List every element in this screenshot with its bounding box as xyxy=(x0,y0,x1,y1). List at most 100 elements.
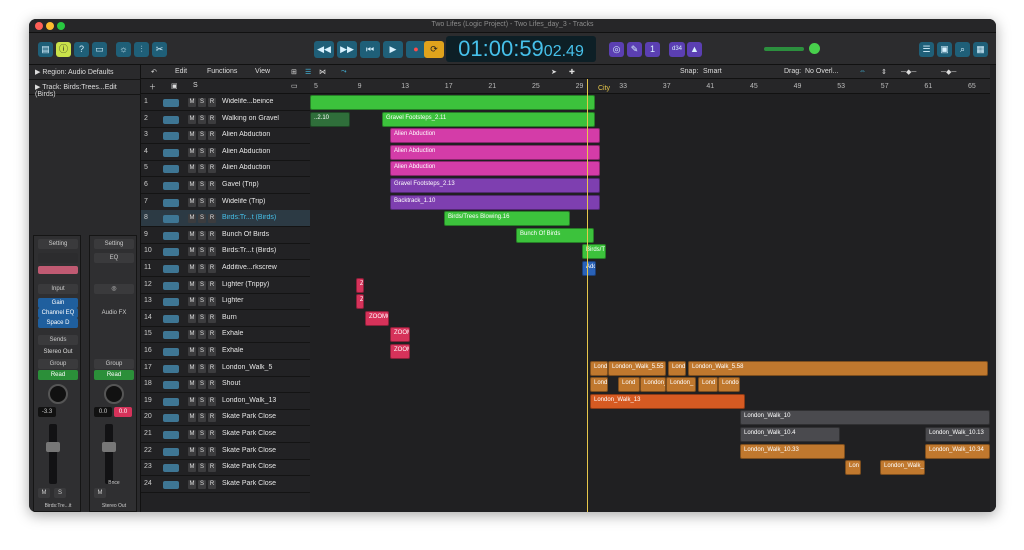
play-button[interactable]: ▶ xyxy=(383,41,403,58)
mute-button[interactable]: M xyxy=(188,297,196,307)
track-name[interactable]: Alien Abduction xyxy=(222,131,282,138)
audio-region[interactable]: London_ xyxy=(718,377,740,393)
note-pad-icon[interactable]: ▣ xyxy=(937,42,952,57)
mute-button[interactable]: M xyxy=(188,197,196,207)
mute-button[interactable]: M xyxy=(188,181,196,190)
input-monitor-button[interactable]: R xyxy=(208,479,216,489)
plugin-channel-eq[interactable]: Channel EQ xyxy=(38,308,78,318)
lanes-icon[interactable]: ☰ xyxy=(305,68,311,76)
track-row[interactable]: 22 M S R Skate Park Close xyxy=(141,443,310,460)
input-monitor-button[interactable]: R xyxy=(208,181,216,190)
track-row[interactable]: 16 M S R Exhale xyxy=(141,343,310,360)
time-display[interactable]: 01:00:5902.49 xyxy=(446,36,596,62)
solo-button[interactable]: S xyxy=(198,313,206,323)
solo-button[interactable]: S xyxy=(198,396,206,406)
audio-region[interactable]: Lon xyxy=(845,460,861,476)
horizontal-zoom-slider[interactable]: ─◆─ xyxy=(941,68,956,76)
input-monitor-button[interactable]: R xyxy=(208,247,216,257)
track-name[interactable]: Exhale xyxy=(222,330,282,337)
mute-button-2[interactable]: M xyxy=(94,488,106,498)
audio-region[interactable]: London_ xyxy=(640,377,666,393)
audio-region[interactable]: Backtrack_1.10 xyxy=(390,194,600,210)
setting-button[interactable]: Setting xyxy=(38,239,78,249)
plugin-gain[interactable]: Gain xyxy=(38,298,78,308)
input-monitor-button[interactable]: R xyxy=(208,380,216,390)
audio-region[interactable]: London_ xyxy=(666,377,696,393)
metronome-icon[interactable]: ▲ xyxy=(687,42,702,57)
track-name[interactable]: Lighter xyxy=(222,297,282,304)
audio-region[interactable] xyxy=(310,95,595,110)
input-slot[interactable]: Input xyxy=(38,284,78,294)
track-row[interactable]: 11 M S R Additive...rkscrew xyxy=(141,260,310,277)
fader-cap-2[interactable] xyxy=(102,442,116,452)
audio-region[interactable]: Birds/Trees Blowing.16 xyxy=(444,211,570,227)
solo-button[interactable]: S xyxy=(198,363,206,373)
track-name[interactable]: Bunch Of Birds xyxy=(222,231,282,238)
volume-fader-track-2[interactable] xyxy=(102,424,116,484)
audio-region[interactable]: Addi xyxy=(582,261,596,276)
zoom-fit-icon[interactable]: ⇔ xyxy=(859,68,866,75)
rewind-button[interactable]: ◀◀ xyxy=(314,41,334,58)
input-monitor-button[interactable]: R xyxy=(208,264,216,273)
grid-icon[interactable]: ⊞ xyxy=(291,68,297,76)
audio-fx-slot[interactable]: Audio FX xyxy=(94,308,134,318)
track-row[interactable]: 6 M S R Gavel (Trip) xyxy=(141,177,310,194)
search-icon[interactable]: ⌕ xyxy=(955,42,970,57)
track-row[interactable]: 20 M S R Skate Park Close xyxy=(141,409,310,427)
audio-region[interactable]: Birds/Tr xyxy=(582,244,606,260)
track-row[interactable]: 7 M S R Widelife (Trip) xyxy=(141,194,310,211)
help-icon[interactable]: ? xyxy=(74,42,89,57)
mute-button[interactable]: M xyxy=(188,363,196,373)
mute-button[interactable]: M xyxy=(188,430,196,439)
tempo-badge[interactable]: d34 xyxy=(669,42,685,57)
input-monitor-button[interactable]: R xyxy=(208,280,216,290)
input-monitor-button[interactable]: R xyxy=(208,463,216,473)
record-button[interactable]: ● xyxy=(406,41,426,58)
mute-button[interactable]: M xyxy=(188,463,196,473)
automation-read-2[interactable]: Read xyxy=(94,370,134,380)
audio-region[interactable]: London_Walk_13 xyxy=(590,393,745,409)
region-inspector-header[interactable]: ▶ Region: Audio Defaults xyxy=(29,65,141,80)
solo-button[interactable]: S xyxy=(198,330,206,340)
audio-region[interactable]: London_Walk_5.58 xyxy=(688,360,988,376)
solo-button[interactable]: S xyxy=(198,230,206,240)
input-monitor-button[interactable]: R xyxy=(208,347,216,356)
audio-region[interactable]: London_Walk_10.4 xyxy=(740,427,840,442)
pointer-tool-icon[interactable]: ➤ xyxy=(551,68,557,76)
solo-button[interactable]: S xyxy=(198,181,206,190)
track-row[interactable]: 19 M S R London_Walk_13 xyxy=(141,393,310,410)
eq-thumbnail[interactable] xyxy=(38,266,78,274)
solo-button[interactable]: S xyxy=(198,280,206,290)
input-monitor-button[interactable]: R xyxy=(208,98,216,107)
group-slot[interactable]: Group xyxy=(38,359,78,369)
audio-region[interactable]: Lond xyxy=(618,377,640,393)
input-monitor-button[interactable]: R xyxy=(208,446,216,456)
vertical-zoom-slider[interactable]: ─◆─ xyxy=(901,68,916,76)
pan-knob-2[interactable] xyxy=(104,384,124,404)
ruler[interactable]: 5 9 13 17 21 25 29 33 37 41 45 49 53 57 61 65 City xyxy=(310,79,990,94)
solo-button[interactable]: S xyxy=(198,98,206,107)
bounce-label[interactable]: Bnce xyxy=(94,478,134,488)
master-volume-slider[interactable] xyxy=(764,47,804,51)
audio-region[interactable]: Lond xyxy=(590,360,608,376)
solo-button[interactable]: S xyxy=(54,488,66,498)
view-menu[interactable]: View xyxy=(255,68,270,75)
automation-read[interactable]: Read xyxy=(38,370,78,380)
track-row[interactable]: 23 M S R Skate Park Close xyxy=(141,459,310,477)
track-row[interactable]: 12 M S R Lighter (Trippy) xyxy=(141,277,310,294)
solo-button[interactable]: S xyxy=(198,197,206,207)
audio-region[interactable]: Gravel Footsteps_2.13 xyxy=(390,178,600,193)
track-name[interactable]: Birds:Tr...t (Birds) xyxy=(222,247,282,254)
input-monitor-button[interactable]: R xyxy=(208,413,216,423)
eq-button[interactable]: EQ xyxy=(94,253,134,263)
browser-icon[interactable]: ▦ xyxy=(973,42,988,57)
flex-icon[interactable]: ⋈ xyxy=(319,68,326,76)
mute-button[interactable]: M xyxy=(188,380,196,390)
track-name[interactable]: Widelife...beince xyxy=(222,98,282,105)
track-type-icon[interactable]: ▣ xyxy=(171,82,178,90)
input-monitor-button[interactable]: R xyxy=(208,330,216,340)
solo-button[interactable]: S xyxy=(198,114,206,124)
track-name[interactable]: Skate Park Close xyxy=(222,430,282,437)
track-row[interactable]: 2 M S R Walking on Gravel xyxy=(141,111,310,128)
mute-button[interactable]: M xyxy=(188,147,196,157)
